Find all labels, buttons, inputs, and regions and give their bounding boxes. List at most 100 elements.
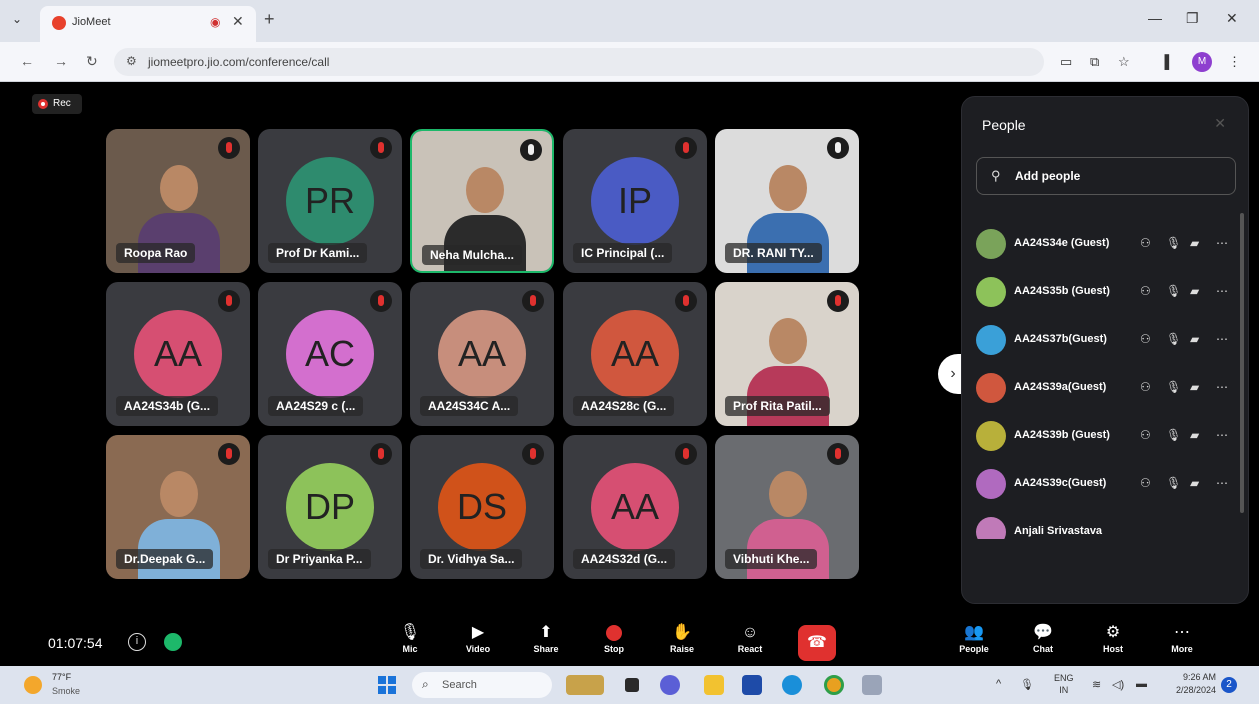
battery-icon[interactable]: ▬: [1136, 678, 1147, 690]
more-options-icon[interactable]: ⋯: [1216, 332, 1228, 346]
cast-icon[interactable]: ▭: [1060, 54, 1072, 70]
mic-muted-icon[interactable]: 🎙: [1166, 284, 1181, 298]
participant-tile[interactable]: DP Dr Priyanka P...: [258, 435, 402, 579]
start-windows-icon[interactable]: [378, 676, 396, 694]
participant-tile[interactable]: Vibhuti Khe...: [715, 435, 859, 579]
video-button[interactable]: ▶ Video: [454, 622, 502, 654]
browser-menu-icon[interactable]: ⋮: [1228, 54, 1241, 70]
teams-chat-icon[interactable]: [660, 675, 680, 695]
chrome-browser-icon[interactable]: [824, 675, 844, 695]
participant-tile[interactable]: Roopa Rao: [106, 129, 250, 273]
system-clock[interactable]: 9:26 AM 2/28/2024: [1160, 671, 1216, 697]
make-host-icon[interactable]: ⚇: [1140, 476, 1151, 490]
stop-button[interactable]: Stop: [590, 622, 638, 654]
share-button[interactable]: ⬆ Share: [522, 622, 570, 654]
widgets-app-icon[interactable]: [566, 675, 604, 695]
photos-app-icon[interactable]: [862, 675, 882, 695]
browser-tab[interactable]: JioMeet ◉ ✕: [40, 6, 256, 42]
mic-muted-icon[interactable]: 🎙: [1166, 428, 1181, 442]
people-button[interactable]: 👥 People: [950, 622, 998, 654]
participant-row[interactable]: AA24S37b(Guest) ⚇ 🎙 ▰ ⋯: [976, 325, 1236, 357]
minimize-icon[interactable]: —: [1148, 10, 1162, 26]
make-host-icon[interactable]: ⚇: [1140, 236, 1151, 250]
make-host-icon[interactable]: ⚇: [1140, 380, 1151, 394]
url-field[interactable]: ⚙ jiomeetpro.jio.com/conference/call: [114, 48, 1044, 76]
participant-tile[interactable]: Neha Mulcha...: [410, 129, 554, 273]
store-icon[interactable]: [742, 675, 762, 695]
participant-row[interactable]: AA24S39b (Guest) ⚇ 🎙 ▰ ⋯: [976, 421, 1236, 453]
participant-tile[interactable]: AA AA24S32d (G...: [563, 435, 707, 579]
new-tab-icon[interactable]: +: [264, 9, 275, 30]
mic-tray-icon[interactable]: 🎙: [1020, 678, 1034, 691]
video-off-icon[interactable]: ▰: [1190, 236, 1199, 250]
more-options-icon[interactable]: ⋯: [1216, 236, 1228, 250]
make-host-icon[interactable]: ⚇: [1140, 332, 1151, 346]
participant-row[interactable]: AA24S35b (Guest) ⚇ 🎙 ▰ ⋯: [976, 277, 1236, 309]
info-icon[interactable]: i: [128, 633, 146, 651]
video-off-icon[interactable]: ▰: [1190, 284, 1199, 298]
host-button[interactable]: ⚙ Host: [1089, 622, 1137, 654]
participant-tile[interactable]: PR Prof Dr Kami...: [258, 129, 402, 273]
more-options-icon[interactable]: ⋯: [1216, 428, 1228, 442]
mic-button[interactable]: 🎙 Mic: [386, 622, 434, 654]
sidepanel-icon[interactable]: ▐: [1160, 54, 1169, 69]
participant-tile[interactable]: AC AA24S29 c (...: [258, 282, 402, 426]
make-host-icon[interactable]: ⚇: [1140, 284, 1151, 298]
edge-browser-icon[interactable]: [782, 675, 802, 695]
raise-button[interactable]: ✋ Raise: [658, 622, 706, 654]
site-info-icon[interactable]: ⚙: [126, 54, 137, 68]
participant-tile[interactable]: IP IC Principal (...: [563, 129, 707, 273]
volume-icon[interactable]: ◁): [1112, 678, 1124, 691]
video-off-icon[interactable]: ▰: [1190, 380, 1199, 394]
chat-button[interactable]: 💬 Chat: [1019, 622, 1067, 654]
bookmark-star-icon[interactable]: ☆: [1118, 54, 1130, 70]
add-people-button[interactable]: ⚲ Add people: [976, 157, 1236, 195]
taskbar-search[interactable]: ⌕ Search: [412, 672, 552, 698]
file-explorer-icon[interactable]: [704, 675, 724, 695]
profile-avatar[interactable]: M: [1192, 52, 1212, 72]
notification-badge[interactable]: 2: [1221, 677, 1237, 693]
close-tab-icon[interactable]: ✕: [232, 13, 244, 30]
video-off-icon[interactable]: ▰: [1190, 476, 1199, 490]
make-host-icon[interactable]: ⚇: [1140, 428, 1151, 442]
participant-row[interactable]: AA24S39a(Guest) ⚇ 🎙 ▰ ⋯: [976, 373, 1236, 405]
forward-icon[interactable]: →: [54, 53, 68, 69]
mic-muted-icon[interactable]: 🎙: [1166, 380, 1181, 394]
mic-muted-icon[interactable]: 🎙: [1166, 332, 1181, 346]
wifi-icon[interactable]: ≋: [1092, 678, 1101, 691]
participant-tile[interactable]: AA AA24S28c (G...: [563, 282, 707, 426]
more-options-icon[interactable]: ⋯: [1216, 476, 1228, 490]
close-panel-icon[interactable]: ✕: [1214, 115, 1226, 132]
mic-muted-icon[interactable]: 🎙: [1166, 236, 1181, 250]
participant-tile[interactable]: AA AA24S34b (G...: [106, 282, 250, 426]
react-button[interactable]: ☺ React: [726, 622, 774, 654]
video-off-icon[interactable]: ▰: [1190, 428, 1199, 442]
participant-list[interactable]: AA24S34e (Guest) ⚇ 🎙 ▰ ⋯ AA24S35b (Guest) ⚇ 🎙 ▰ ⋯…: [962, 209, 1248, 539]
language-indicator[interactable]: ENG IN: [1054, 672, 1074, 696]
panel-scrollbar[interactable]: [1240, 213, 1244, 513]
weather-sun-icon[interactable]: [24, 676, 42, 694]
reload-icon[interactable]: ↻: [86, 53, 98, 70]
participant-row[interactable]: Anjali Srivastava: [976, 517, 1236, 539]
more-options-icon[interactable]: ⋯: [1216, 284, 1228, 298]
end-call-button[interactable]: ☎: [798, 625, 836, 661]
close-window-icon[interactable]: ✕: [1226, 10, 1238, 27]
secure-shield-icon[interactable]: [164, 633, 182, 651]
tray-chevron-icon[interactable]: ^: [996, 678, 1001, 690]
extension-icon[interactable]: ⧉: [1090, 54, 1099, 70]
restore-icon[interactable]: ❐: [1186, 10, 1199, 27]
participant-tile[interactable]: DS Dr. Vidhya Sa...: [410, 435, 554, 579]
more-options-icon[interactable]: ⋯: [1216, 380, 1228, 394]
participant-row[interactable]: AA24S34e (Guest) ⚇ 🎙 ▰ ⋯: [976, 229, 1236, 261]
participant-tile[interactable]: Dr.Deepak G...: [106, 435, 250, 579]
mic-muted-icon[interactable]: 🎙: [1166, 476, 1181, 490]
participant-tile[interactable]: Prof Rita Patil...: [715, 282, 859, 426]
more-button[interactable]: ⋯ More: [1158, 622, 1206, 654]
task-view-icon[interactable]: [625, 678, 639, 692]
back-icon[interactable]: ←: [20, 53, 34, 69]
participant-tile[interactable]: DR. RANI TY...: [715, 129, 859, 273]
tab-list-dropdown-icon[interactable]: ⌄: [12, 12, 22, 26]
video-off-icon[interactable]: ▰: [1190, 332, 1199, 346]
participant-tile[interactable]: AA AA24S34C A...: [410, 282, 554, 426]
participant-row[interactable]: AA24S39c(Guest) ⚇ 🎙 ▰ ⋯: [976, 469, 1236, 501]
